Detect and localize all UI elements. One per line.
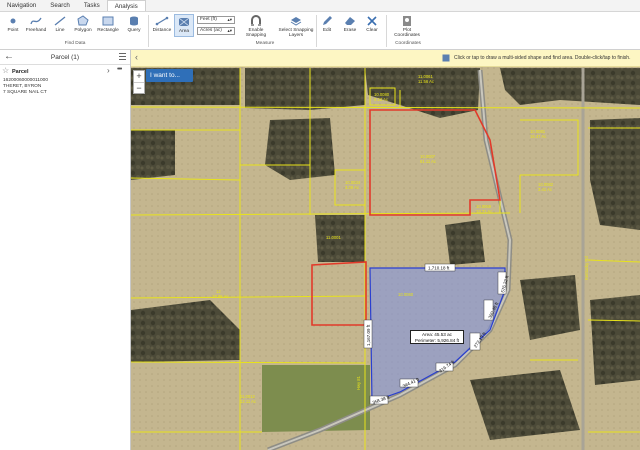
length-unit-select[interactable]: Feet (ft) ▴▾ [197, 16, 235, 24]
chevron-right-icon[interactable]: › [107, 66, 110, 75]
more-options-icon[interactable]: ••• [117, 66, 122, 73]
results-panel: ← Parcel (1) ☆ Parcel › ••• 162000600000… [0, 50, 131, 450]
query-icon [130, 16, 138, 26]
erase-icon [345, 17, 355, 25]
star-icon[interactable]: ☆ [2, 66, 9, 75]
plot-coordinates-button[interactable]: Plot Coordinates [392, 14, 422, 38]
panel-header: ← Parcel (1) [0, 50, 130, 65]
map-view[interactable]: 1,710.18 ft 1,167.09 ft 576.22 ft 380.48… [131, 50, 640, 450]
group-label-coordinates: Coordinates [395, 41, 421, 46]
svg-text:12.11 Ac: 12.11 Ac [240, 399, 256, 404]
layers-icon [290, 17, 302, 26]
svg-text:1,710.18 ft: 1,710.18 ft [428, 266, 450, 271]
record-address: 7 SQUARE NAIL CT [3, 90, 47, 95]
svg-text:3.41 Ac: 3.41 Ac [538, 187, 552, 192]
select-snapping-layers-button[interactable]: Select Snapping Layers [278, 14, 314, 38]
area-unit-select[interactable]: Acres (ac) ▴▾ [197, 27, 235, 35]
perimeter-value: Perimeter: 5,926.84 ft [414, 337, 460, 343]
tab-search[interactable]: Search [43, 0, 77, 11]
freehand-icon [30, 17, 42, 25]
rectangle-button[interactable]: Rectangle [95, 14, 121, 34]
tab-analysis[interactable]: Analysis [106, 0, 146, 11]
result-record[interactable]: ☆ Parcel › ••• 16200060000011000 THERET,… [0, 65, 130, 95]
svg-text:9.23 Ac: 9.23 Ac [374, 97, 388, 102]
i-want-to-button[interactable]: I want to... [146, 69, 193, 82]
query-button[interactable]: Query [121, 14, 147, 34]
distance-icon [155, 16, 169, 26]
svg-text:Kentucky Rd: Kentucky Rd [584, 256, 589, 280]
close-icon [367, 16, 377, 26]
distance-button[interactable]: Distance [149, 14, 175, 34]
line-icon [54, 16, 66, 26]
svg-text:3.39 Ac: 3.39 Ac [345, 185, 359, 190]
enable-snapping-button[interactable]: Enable Snapping [241, 14, 271, 38]
collapse-panel-icon[interactable]: ‹ [135, 52, 138, 62]
clear-button[interactable]: Clear [361, 14, 383, 34]
area-icon [178, 17, 190, 27]
instruction-banner: ‹ Click or tap to draw a multi-sided sha… [131, 50, 640, 67]
plot-icon [403, 16, 411, 26]
aerial-map: 1,710.18 ft 1,167.09 ft 576.22 ft 380.48… [131, 50, 640, 450]
tab-tasks[interactable]: Tasks [77, 0, 107, 11]
group-label-measure: Measure [255, 41, 275, 46]
svg-text:10.0060: 10.0060 [398, 292, 414, 297]
svg-text:11.0001: 11.0001 [326, 235, 341, 240]
tab-navigation[interactable]: Navigation [0, 0, 43, 11]
snapping-icon [251, 15, 261, 26]
svg-text:16.47 Ac: 16.47 Ac [530, 134, 546, 139]
freehand-button[interactable]: Freehand [23, 14, 49, 34]
panel-title: Parcel (1) [50, 54, 80, 61]
instruction-text: Click or tap to draw a multi-sided shape… [454, 55, 631, 61]
area-icon [442, 54, 450, 62]
edit-button[interactable]: Edit [316, 14, 338, 34]
analysis-ribbon: Point Freehand Line Polygon Rectangle Qu… [0, 12, 640, 50]
record-details: 16200060000011000 THERET, BYRON 7 SQUARE… [3, 78, 48, 96]
erase-button[interactable]: Erase [339, 14, 361, 34]
measurement-label: Area: 45.53 ac Perimeter: 5,926.84 ft [410, 330, 464, 344]
group-label-find: Find Data [64, 41, 86, 46]
svg-text:1,167.09 ft: 1,167.09 ft [366, 324, 371, 346]
chevron-down-icon: ▴▾ [227, 28, 232, 33]
chevron-down-icon: ▴▾ [227, 17, 232, 22]
point-icon [10, 18, 16, 24]
svg-text:13.71 Ac: 13.71 Ac [476, 209, 492, 214]
zoom-control: + − [133, 70, 145, 94]
rectangle-icon [102, 16, 114, 26]
zoom-out-button[interactable]: − [134, 82, 144, 93]
polygon-button[interactable]: Polygon [70, 14, 96, 34]
svg-text:61.11 Ac: 61.11 Ac [420, 159, 436, 164]
area-button[interactable]: Area [174, 14, 194, 37]
zoom-in-button[interactable]: + [134, 71, 144, 82]
record-layer-name: Parcel [12, 69, 29, 75]
hamburger-menu-icon[interactable] [119, 53, 126, 60]
svg-text:11.56 Ac: 11.56 Ac [418, 79, 434, 84]
polygon-icon [77, 15, 89, 26]
ribbon-tabs: Navigation Search Tasks Analysis [0, 0, 640, 12]
svg-text:Hwy 81: Hwy 81 [356, 375, 361, 390]
ribbon-divider [386, 15, 387, 47]
svg-text:17.05 Ac: 17.05 Ac [212, 294, 228, 299]
edit-icon [323, 16, 332, 25]
